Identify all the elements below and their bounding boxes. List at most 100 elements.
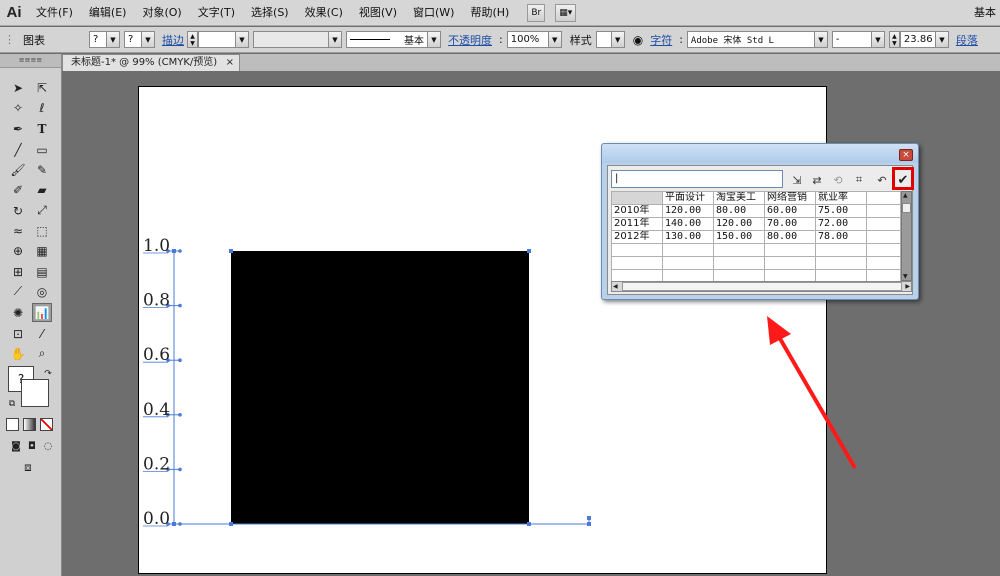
gradient-tool-icon[interactable]: ▤	[32, 262, 52, 281]
chevron-down-icon[interactable]: ▼	[236, 31, 249, 48]
grid-cell[interactable]	[866, 256, 901, 270]
shape-builder-tool-icon[interactable]: ⊕	[8, 241, 28, 260]
direct-selection-tool-icon[interactable]: ⇱	[32, 78, 52, 97]
grid-cell[interactable]: 70.00	[764, 217, 816, 231]
opacity-panel-link[interactable]: 不透明度	[445, 32, 495, 48]
revert-icon[interactable]: ↶	[874, 172, 890, 188]
scale-tool-icon[interactable]: ⤢	[32, 201, 52, 220]
grid-cell[interactable]: 130.00	[662, 230, 714, 244]
grid-cell[interactable]	[662, 243, 714, 257]
opacity-input[interactable]: 100%	[506, 31, 549, 48]
lasso-tool-icon[interactable]: ℓ	[32, 98, 52, 117]
chevron-down-icon[interactable]: ▼	[329, 31, 342, 48]
chevron-down-icon[interactable]: ▼	[548, 31, 562, 48]
draw-inside-icon[interactable]: ◌	[38, 437, 58, 456]
transpose-row-column-icon[interactable]: ⇄	[809, 172, 825, 188]
menu-window[interactable]: 窗口(W)	[405, 0, 462, 26]
warp-tool-icon[interactable]: ≈	[8, 221, 28, 240]
scroll-thumb[interactable]	[902, 203, 911, 213]
grid-cell[interactable]	[713, 243, 765, 257]
grid-cell[interactable]	[611, 191, 663, 205]
stroke-weight-input[interactable]	[198, 31, 236, 48]
slice-tool-icon[interactable]: ⁄	[32, 324, 52, 343]
grid-cell[interactable]	[662, 256, 714, 270]
swap-fill-stroke-icon[interactable]: ↷	[38, 364, 58, 383]
grid-cell[interactable]	[866, 191, 901, 205]
grid-cell[interactable]	[866, 243, 901, 257]
grid-cell[interactable]	[815, 256, 867, 270]
scroll-thumb[interactable]	[622, 282, 902, 291]
scroll-up-icon[interactable]: ▲	[903, 192, 908, 199]
paintbrush-tool-icon[interactable]: 🖌	[8, 160, 28, 179]
pencil-tool-icon[interactable]: ✎	[32, 160, 52, 179]
column-graph-tool-icon[interactable]: 📊	[32, 303, 52, 322]
toolbox-grip[interactable]: ≡≡≡≡	[0, 54, 61, 68]
grid-cell[interactable]	[866, 204, 901, 218]
graphic-style-swatch[interactable]	[595, 31, 612, 48]
import-data-icon[interactable]: ⇲	[789, 172, 805, 188]
color-mode-button[interactable]	[6, 418, 19, 431]
arrange-documents-button[interactable]: ▦▾	[555, 3, 577, 22]
recolor-icon[interactable]: ◉	[629, 33, 647, 47]
chevron-down-icon[interactable]: ▼	[428, 31, 441, 48]
free-transform-tool-icon[interactable]: ⬚	[32, 221, 52, 240]
close-icon[interactable]: ×	[899, 149, 913, 161]
cell-entry-input[interactable]: |	[611, 170, 783, 188]
font-size-stepper[interactable]: ▲ ▼	[888, 31, 900, 48]
menu-effect[interactable]: 效果(C)	[297, 0, 351, 26]
grid-cell[interactable]	[764, 243, 816, 257]
gradient-mode-button[interactable]	[23, 418, 36, 431]
mesh-tool-icon[interactable]: ⊞	[8, 262, 28, 281]
fill-swatch[interactable]: ?	[89, 31, 107, 48]
grid-cell[interactable]	[713, 256, 765, 270]
font-size-input[interactable]: 23.86	[899, 31, 936, 48]
grid-cell[interactable]: 平面设计	[662, 191, 714, 205]
grid-cell[interactable]: 淘宝美工	[713, 191, 765, 205]
variable-width-profile[interactable]	[253, 31, 329, 48]
blend-tool-icon[interactable]: ◎	[32, 282, 52, 301]
menu-help[interactable]: 帮助(H)	[462, 0, 517, 26]
menu-object[interactable]: 对象(O)	[134, 0, 189, 26]
scroll-right-icon[interactable]: ▶	[905, 283, 910, 290]
grid-cell[interactable]	[866, 230, 901, 244]
grid-cell[interactable]: 就业率	[815, 191, 867, 205]
type-tool-icon[interactable]: T	[32, 119, 52, 138]
menu-file[interactable]: 文件(F)	[28, 0, 81, 26]
scroll-down-icon[interactable]: ▼	[903, 273, 908, 280]
chevron-down-icon[interactable]: ▼	[871, 31, 885, 48]
selection-tool-icon[interactable]: ➤	[8, 78, 28, 97]
grid-cell[interactable]: 120.00	[662, 204, 714, 218]
grid-cell[interactable]: 2011年	[611, 217, 663, 231]
perspective-grid-tool-icon[interactable]: ▦	[32, 241, 52, 260]
line-tool-icon[interactable]: ╱	[8, 140, 28, 159]
close-icon[interactable]: ×	[226, 55, 234, 71]
grid-cell[interactable]	[611, 256, 663, 270]
document-tab[interactable]: 未标题-1* @ 99% (CMYK/预览) ×	[62, 54, 240, 71]
menu-view[interactable]: 视图(V)	[351, 0, 405, 26]
grid-cell[interactable]: 120.00	[713, 217, 765, 231]
rectangle-tool-icon[interactable]: ▭	[32, 140, 52, 159]
grid-cell[interactable]	[815, 243, 867, 257]
font-family-select[interactable]: Adobe 宋体 Std L	[686, 31, 815, 48]
grid-cell[interactable]: 75.00	[815, 204, 867, 218]
switch-xy-icon[interactable]: ⟲	[830, 172, 846, 188]
menu-edit[interactable]: 编辑(E)	[81, 0, 135, 26]
paragraph-panel-link[interactable]: 段落	[953, 32, 981, 48]
grid-cell[interactable]: 72.00	[815, 217, 867, 231]
grid-cell[interactable]: 150.00	[713, 230, 765, 244]
stroke-color-swatch[interactable]	[21, 379, 49, 407]
brush-definition[interactable]: 基本	[346, 31, 428, 48]
character-panel-link[interactable]: 字符	[647, 32, 675, 48]
grid-cell[interactable]: 2012年	[611, 230, 663, 244]
grid-cell[interactable]	[866, 217, 901, 231]
symbol-sprayer-tool-icon[interactable]: ✺	[8, 303, 28, 322]
vertical-scrollbar[interactable]: ▲ ▼	[901, 191, 912, 281]
chevron-down-icon[interactable]: ▼	[142, 31, 155, 48]
zoom-tool-icon[interactable]: ⌕	[32, 344, 52, 363]
artboard-tool-icon[interactable]: ⊡	[8, 324, 28, 343]
grid-cell[interactable]: 140.00	[662, 217, 714, 231]
screen-mode-icon[interactable]: ⧈	[18, 458, 38, 477]
pen-tool-icon[interactable]: ✒	[8, 119, 28, 138]
hand-tool-icon[interactable]: ✋	[8, 344, 28, 363]
stroke-weight-stepper[interactable]: ▲ ▼	[187, 31, 198, 48]
